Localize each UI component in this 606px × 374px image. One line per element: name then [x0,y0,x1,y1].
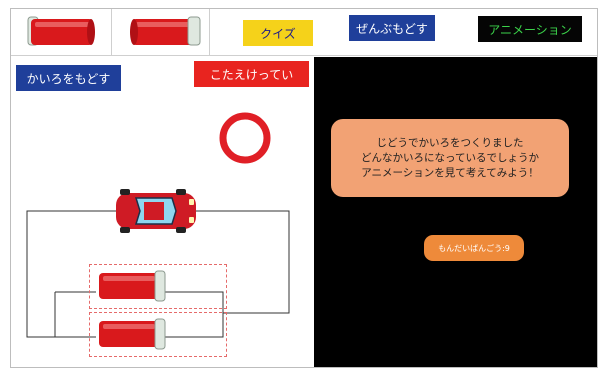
battery-slot-1[interactable] [11,9,112,55]
animation-panel: じどうでかいろをつくりました どんなかいろになっているでしょうか アニメーション… [314,57,597,367]
car-icon[interactable] [114,187,198,235]
reset-all-button[interactable]: ぜんぶもどす [349,15,435,41]
battery-icon[interactable] [97,269,167,303]
app-frame: クイズ ぜんぶもどす アニメーション かいろをもどす こたえけってい じどうでか… [10,8,598,368]
battery-icon[interactable] [128,13,202,49]
toolbar: クイズ ぜんぶもどす アニメーション [11,9,597,56]
message-line: じどうでかいろをつくりました [376,136,524,149]
problem-number-badge: もんだいばんごう:9 [424,235,524,261]
battery-slot-upper[interactable] [89,264,227,309]
battery-icon[interactable] [97,317,167,351]
quiz-button[interactable]: クイズ [243,20,313,46]
message-bubble: じどうでかいろをつくりました どんなかいろになっているでしょうか アニメーション… [331,119,569,197]
message-line: アニメーションを見て考えてみよう！ [361,166,539,179]
battery-slot-lower[interactable] [89,312,227,357]
battery-icon[interactable] [27,13,101,49]
battery-slot-2[interactable] [112,9,210,55]
message-line: どんなかいろになっているでしょうか [361,151,539,164]
animation-button[interactable]: アニメーション [478,16,582,42]
